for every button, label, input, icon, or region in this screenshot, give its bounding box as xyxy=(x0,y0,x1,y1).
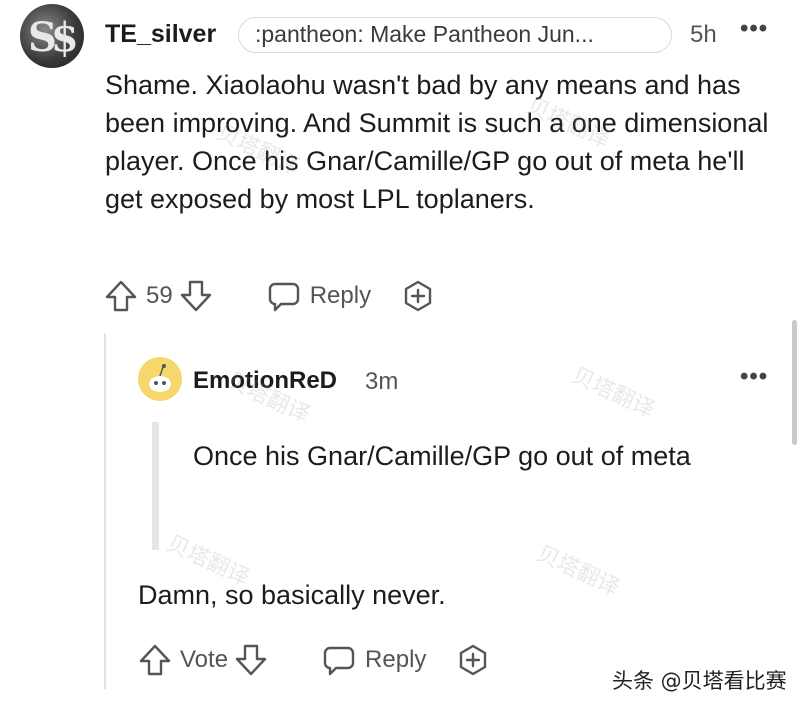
upvote-icon[interactable] xyxy=(104,279,138,313)
award-icon[interactable] xyxy=(401,279,435,313)
more-options-icon[interactable]: ••• xyxy=(740,15,768,43)
username[interactable]: TE_silver xyxy=(105,20,216,49)
reply-bubble-icon xyxy=(322,643,356,677)
comment-body: Shame. Xiaolaohu wasn't bad by any means… xyxy=(105,70,769,214)
source-label: 头条 @贝塔看比赛 xyxy=(612,669,787,693)
watermark: 贝塔翻译 xyxy=(532,541,624,602)
thread-line[interactable] xyxy=(104,333,106,689)
upvote-icon[interactable] xyxy=(138,643,172,677)
quote-bar xyxy=(152,422,159,550)
comment-body: Damn, so basically never. xyxy=(138,580,446,610)
scrollbar[interactable] xyxy=(792,320,797,445)
downvote-icon[interactable] xyxy=(234,643,268,677)
timestamp: 5h xyxy=(690,21,717,48)
comment-actions: 59 Reply xyxy=(104,279,435,313)
avatar[interactable]: S$ xyxy=(20,4,84,68)
vote-label: Vote xyxy=(180,646,229,673)
more-options-icon[interactable]: ••• xyxy=(740,363,768,391)
user-flair: :pantheon: Make Pantheon Jun... xyxy=(238,17,672,53)
vote-count: 59 xyxy=(146,282,173,309)
watermark: 贝塔翻译 xyxy=(567,363,659,424)
reply-label: Reply xyxy=(365,646,427,673)
reply-bubble-icon xyxy=(267,279,301,313)
comment-actions: Vote Reply xyxy=(138,643,490,677)
downvote-icon[interactable] xyxy=(179,279,213,313)
snoo-icon xyxy=(149,364,171,392)
quoted-text: Once his Gnar/Camille/GP go out of meta xyxy=(193,441,691,471)
timestamp: 3m xyxy=(365,368,399,395)
reply-label: Reply xyxy=(309,282,372,309)
avatar[interactable] xyxy=(138,357,182,401)
reply-button[interactable]: Reply xyxy=(267,279,371,313)
reply-button[interactable]: Reply xyxy=(322,643,426,677)
avatar-logo-icon: S$ xyxy=(28,14,79,61)
award-icon[interactable] xyxy=(456,643,490,677)
